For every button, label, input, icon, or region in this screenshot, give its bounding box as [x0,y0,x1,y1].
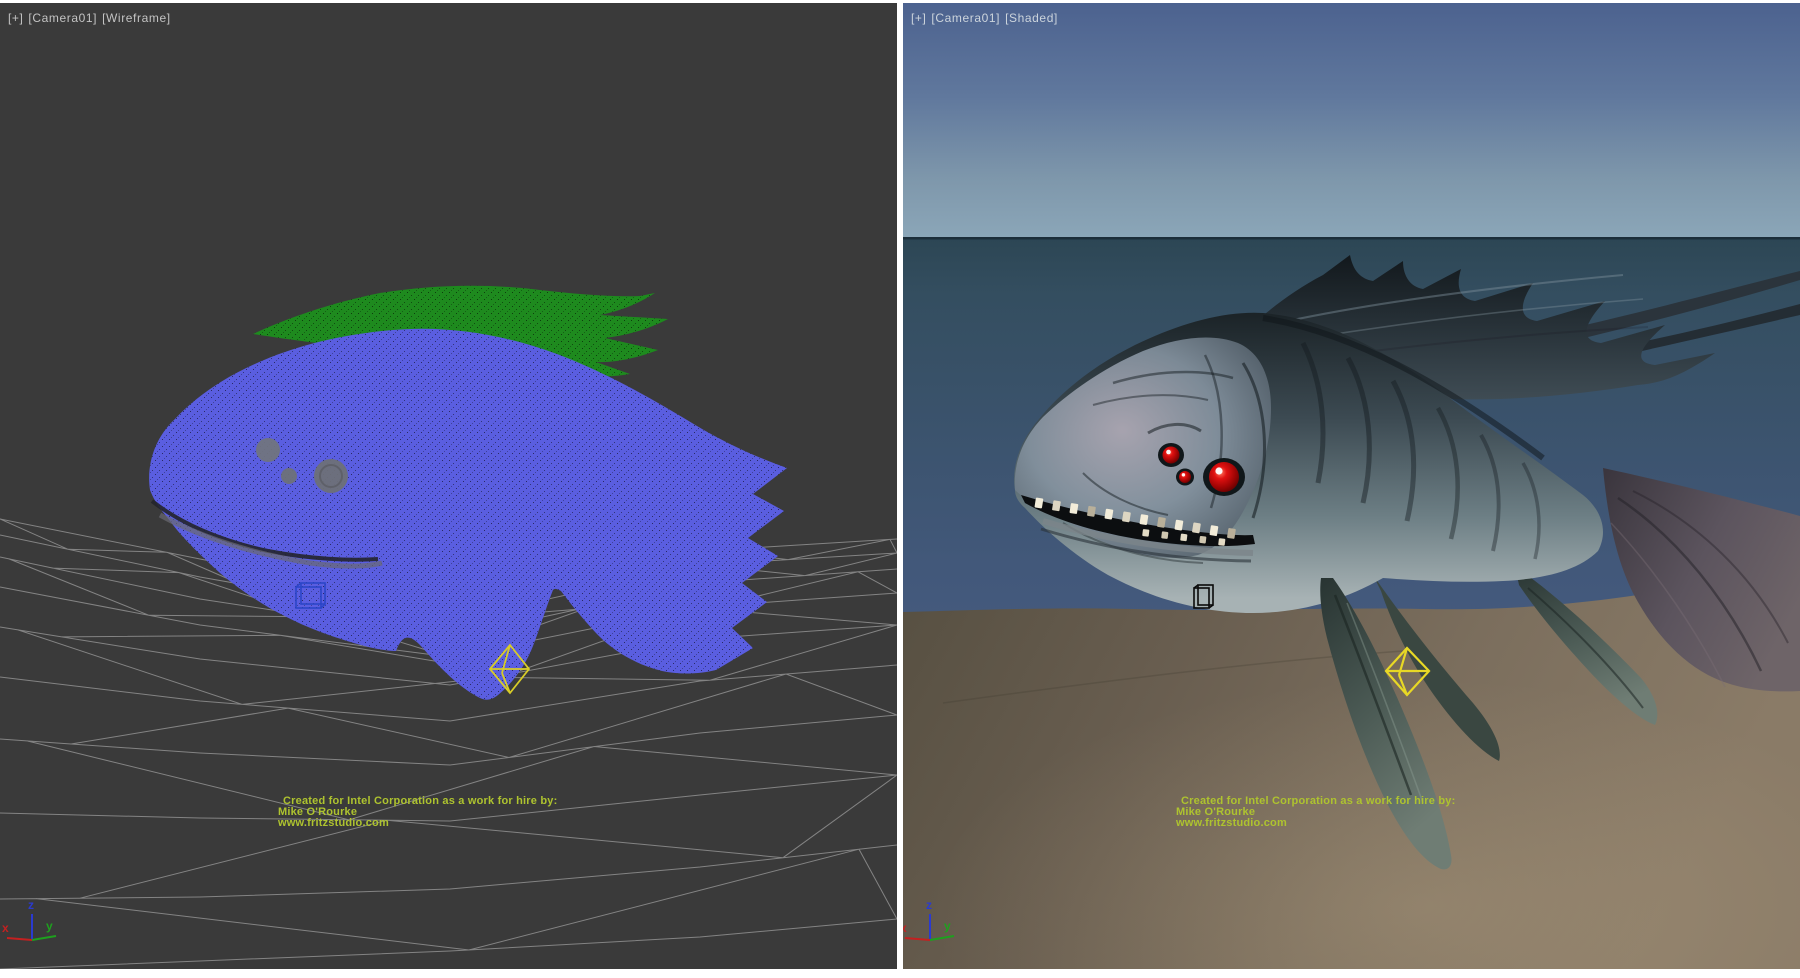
viewport-pov-menu[interactable]: [Camera01] [28,11,97,25]
viewport-label: [+] [Camera01] [Wireframe] [8,11,172,25]
watermark-credit: Created for Intel Corporation as a work … [1176,796,1455,829]
y-axis-line [32,936,56,940]
viewport-label: [+] [Camera01] [Shaded] [911,11,1059,25]
viewport-shading-menu[interactable]: [Shaded] [1005,11,1058,25]
y-axis-label: y [944,919,951,933]
x-axis-line [7,938,32,940]
viewport-shading-menu[interactable]: [Wireframe] [102,11,171,25]
fish-eye-main [1209,462,1239,492]
viewport-camera01-wireframe[interactable]: z x y [+] [Camera01] [Wireframe] Created… [0,3,897,969]
z-axis-label: z [28,898,34,912]
fish-eye-wireframe[interactable] [281,468,297,484]
watermark-line3: www.fritzstudio.com [278,818,557,829]
fish-eye-wireframe[interactable] [256,438,280,462]
sky-background [903,3,1800,237]
fish-eye-front [1163,447,1180,464]
viewport-general-menu[interactable]: [+] [8,11,23,25]
viewport-camera01-shaded[interactable]: z x y [+] [Camera01] [Shaded] Created fo… [903,3,1800,969]
viewport-pov-menu[interactable]: [Camera01] [931,11,1000,25]
fish-eye-middle [1179,471,1191,483]
world-axis-gizmo: z x y [2,898,56,940]
y-axis-label: y [46,919,53,933]
x-axis-label: x [2,921,9,935]
z-axis-label: z [926,898,932,912]
watermark-credit: Created for Intel Corporation as a work … [278,796,557,829]
viewport-general-menu[interactable]: [+] [911,11,926,25]
x-axis-label: x [903,921,907,935]
viewport-frame: z x y [+] [Camera01] [Wireframe] Created… [0,0,1800,978]
watermark-line3: www.fritzstudio.com [1176,818,1455,829]
horizon-line [903,237,1800,240]
fish-body-wireframe[interactable] [149,329,787,700]
